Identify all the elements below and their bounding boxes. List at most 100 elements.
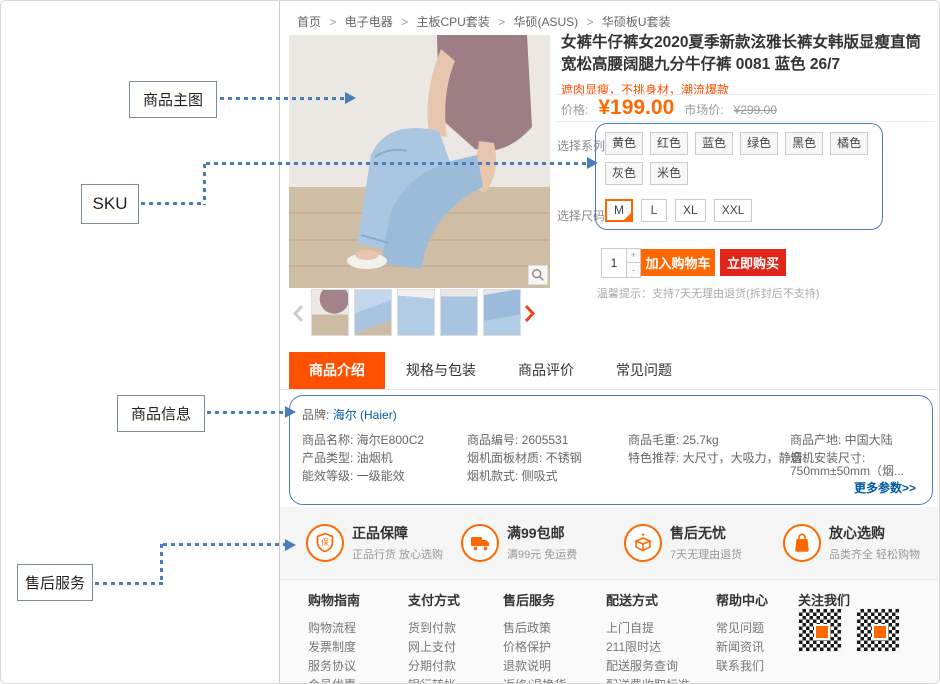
annotation-arrowhead-sku	[587, 157, 598, 169]
current-price: ¥199.00	[598, 96, 674, 120]
annotation-arrow-sku-seg1	[141, 202, 205, 205]
price-label: 价格:	[561, 101, 588, 118]
quantity-decrease-button[interactable]: -	[627, 263, 641, 278]
service-item-free-shipping: 满99包邮 满99元 免运费	[461, 523, 577, 562]
thumbnail-5[interactable]	[483, 289, 521, 336]
annotation-arrow-sku-seg2	[203, 164, 206, 205]
info-column-2: 商品编号: 2605531 烟机面板材质: 不锈钢 烟机款式: 侧吸式	[467, 434, 582, 488]
footer-link[interactable]: 配送服务查询	[606, 657, 690, 676]
footer-link[interactable]: 配送费收取标准	[606, 676, 690, 684]
tab-reviews[interactable]: 商品评价	[497, 352, 595, 389]
info-item: 商品产地: 中国大陆	[790, 434, 932, 447]
series-option-orange[interactable]: 橘色	[830, 132, 868, 155]
size-option-m-selected[interactable]: M	[605, 199, 633, 222]
annotation-label-info: 商品信息	[117, 395, 205, 432]
info-column-1: 商品名称: 海尔E800C2 产品类型: 油烟机 能效等级: 一级能效	[302, 434, 424, 488]
series-option-gray[interactable]: 灰色	[605, 162, 643, 185]
breadcrumb-home[interactable]: 首页	[297, 15, 321, 29]
product-title: 女裤牛仔裤女2020夏季新款泫雅长裤女韩版显瘦直筒宽松高腰阔腿九分牛仔裤 008…	[561, 32, 935, 76]
info-column-3: 商品毛重: 25.7kg 特色推荐: 大尺寸，大吸力，静音...	[628, 434, 813, 470]
tabs-underline	[280, 389, 938, 390]
footer-link[interactable]: 会员优惠	[308, 676, 360, 684]
footer-link[interactable]: 退款说明	[503, 657, 566, 676]
series-option-black[interactable]: 黑色	[785, 132, 823, 155]
annotation-label-sku: SKU	[81, 184, 139, 224]
product-info-panel: 品牌: 海尔 (Haier) 商品名称: 海尔E800C2 产品类型: 油烟机 …	[289, 395, 933, 505]
footer-link[interactable]: 银行转帐	[408, 676, 460, 684]
breadcrumb-current: 华硕板U套装	[602, 15, 671, 29]
footer-link[interactable]: 服务协议	[308, 657, 360, 676]
shopping-bag-icon	[783, 524, 821, 562]
info-item: 产品类型: 油烟机	[302, 452, 424, 465]
footer-link[interactable]: 返修/退换货	[503, 676, 566, 684]
service-title: 放心选购	[829, 523, 920, 543]
annotation-arrow-sku-seg3	[206, 162, 587, 165]
info-item: 商品名称: 海尔E800C2	[302, 434, 424, 447]
size-option-xxl[interactable]: XXL	[714, 199, 753, 222]
info-item: 商品编号: 2605531	[467, 434, 582, 447]
series-option-green[interactable]: 绿色	[740, 132, 778, 155]
series-options-row-1: 黄色 红色 蓝色 绿色 黑色 橘色	[605, 132, 868, 155]
breadcrumb: 首页 > 电子电器 > 主板CPU套装 > 华硕(ASUS) > 华硕板U套装	[297, 13, 671, 30]
buy-now-button[interactable]: 立即购买	[720, 249, 786, 276]
service-subtitle: 正品行货 放心选购	[352, 546, 443, 562]
annotated-product-page: 商品主图 SKU 商品信息 售后服务 首页 > 电子电器 > 主板CPU套装 >…	[0, 0, 940, 684]
divider	[557, 121, 935, 122]
annotation-label-info-text: 商品信息	[131, 403, 191, 424]
quantity-input[interactable]	[601, 248, 627, 278]
annotation-label-main-image: 商品主图	[129, 81, 217, 118]
annotation-arrowhead-main-image	[345, 92, 356, 104]
series-option-blue[interactable]: 蓝色	[695, 132, 733, 155]
annotation-arrow-service-seg1	[95, 582, 163, 585]
site-footer: 购物指南 购物流程 发票制度 服务协议 会员优惠 支付方式 货到付款 网上支付 …	[280, 579, 938, 682]
thumbnail-1[interactable]	[311, 289, 349, 336]
series-option-red[interactable]: 红色	[650, 132, 688, 155]
breadcrumb-brand[interactable]: 华硕(ASUS)	[513, 15, 578, 29]
footer-link[interactable]: 新闻资讯	[716, 638, 768, 657]
size-option-xl[interactable]: XL	[675, 199, 706, 222]
breadcrumb-separator: >	[329, 15, 336, 29]
service-subtitle: 7天无理由退货	[670, 546, 742, 562]
footer-link[interactable]: 联系我们	[716, 657, 768, 676]
footer-link[interactable]: 发票制度	[308, 638, 360, 657]
footer-link[interactable]: 价格保护	[503, 638, 566, 657]
footer-link[interactable]: 分期付款	[408, 657, 460, 676]
notice-text: 支持7天无理由退货(拆封后不支持)	[652, 288, 819, 300]
footer-link[interactable]: 购物流程	[308, 619, 360, 638]
quantity-increase-button[interactable]: +	[627, 248, 641, 263]
truck-icon	[461, 524, 499, 562]
size-options-row: M L XL XXL	[605, 199, 752, 222]
image-zoom-button[interactable]	[528, 265, 548, 285]
brand-link[interactable]: 海尔 (Haier)	[333, 408, 397, 422]
price-row: 价格: ¥199.00 市场价: ¥299.00	[561, 96, 777, 120]
breadcrumb-category-2[interactable]: 主板CPU套装	[416, 15, 489, 29]
footer-link[interactable]: 货到付款	[408, 619, 460, 638]
footer-link[interactable]: 上门自提	[606, 619, 690, 638]
footer-link[interactable]: 211限时达	[606, 638, 690, 657]
footer-link[interactable]: 网上支付	[408, 638, 460, 657]
size-option-l[interactable]: L	[641, 199, 667, 222]
thumbnails-prev-button[interactable]	[293, 304, 304, 328]
breadcrumb-category-1[interactable]: 电子电器	[345, 15, 393, 29]
thumbnail-2[interactable]	[354, 289, 392, 336]
footer-link[interactable]: 售后政策	[503, 619, 566, 638]
thumbnail-3[interactable]	[397, 289, 435, 336]
thumbnail-4[interactable]	[440, 289, 478, 336]
series-option-yellow[interactable]: 黄色	[605, 132, 643, 155]
chevron-right-icon	[524, 304, 535, 323]
add-to-cart-button[interactable]: 加入购物车	[641, 249, 715, 276]
tab-product-intro[interactable]: 商品介绍	[289, 352, 385, 389]
tab-faq[interactable]: 常见问题	[595, 352, 693, 389]
service-title: 满99包邮	[507, 523, 577, 543]
breadcrumb-separator: >	[498, 15, 505, 29]
annotation-arrowhead-service	[285, 539, 296, 551]
footer-column-after-sales: 售后服务 售后政策 价格保护 退款说明 返修/退换货 取消订单	[503, 590, 566, 684]
tab-specs-packaging[interactable]: 规格与包装	[385, 352, 497, 389]
thumbnails-next-button[interactable]	[524, 304, 535, 328]
more-params-link[interactable]: 更多参数>>	[854, 479, 916, 496]
series-option-beige[interactable]: 米色	[650, 162, 688, 185]
footer-link[interactable]: 常见问题	[716, 619, 768, 638]
annotation-arrowhead-info	[285, 406, 296, 418]
footer-column-title: 支付方式	[408, 590, 460, 609]
annotation-arrow-info	[207, 411, 285, 414]
